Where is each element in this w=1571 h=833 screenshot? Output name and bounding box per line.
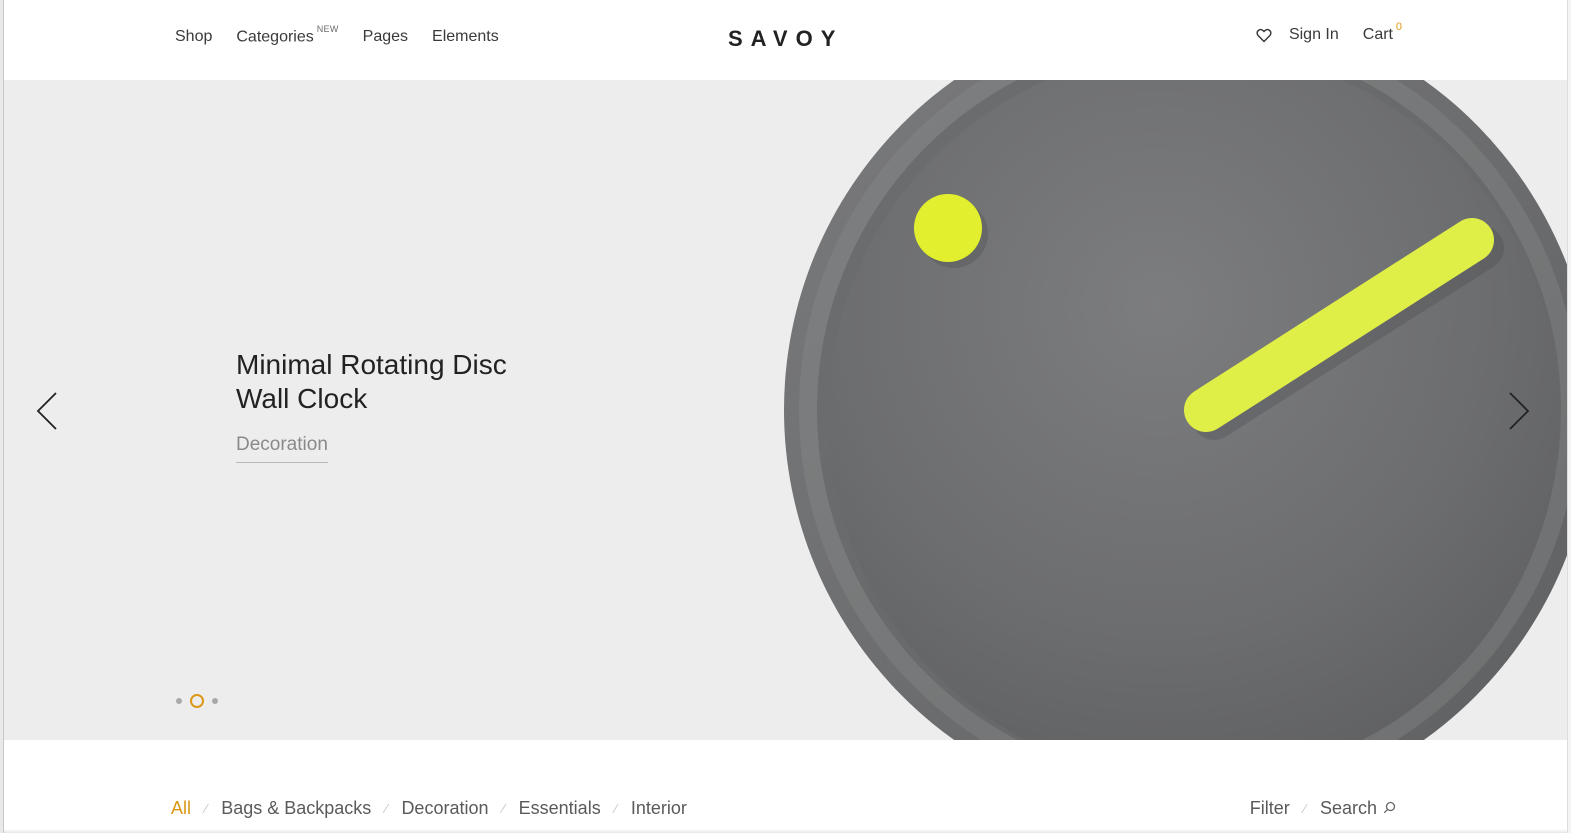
sign-in-link[interactable]: Sign In bbox=[1289, 26, 1339, 44]
site-header: Shop Categories NEW Pages Elements SAVOY … bbox=[4, 0, 1567, 80]
slider-dot[interactable] bbox=[212, 698, 218, 704]
nav-categories[interactable]: Categories NEW bbox=[236, 24, 339, 46]
filter-decoration[interactable]: Decoration bbox=[401, 798, 488, 819]
filter-toggle[interactable]: Filter bbox=[1250, 798, 1290, 819]
filter-all[interactable]: All bbox=[171, 798, 191, 819]
filter-bags-backpacks[interactable]: Bags & Backpacks bbox=[221, 798, 371, 819]
search-icon bbox=[1383, 801, 1396, 814]
cart-link[interactable]: Cart 0 bbox=[1362, 21, 1402, 44]
nav-pages[interactable]: Pages bbox=[363, 28, 408, 46]
slider-dot[interactable] bbox=[176, 698, 182, 704]
hero-slider: Minimal Rotating Disc Wall Clock Decorat… bbox=[4, 80, 1567, 740]
header-actions: Sign In Cart 0 bbox=[1255, 21, 1402, 44]
search-label: Search bbox=[1319, 798, 1377, 818]
filter-interior[interactable]: Interior bbox=[631, 798, 687, 819]
slider-dot-active[interactable] bbox=[190, 694, 204, 708]
main-nav: Shop Categories NEW Pages Elements bbox=[175, 24, 523, 46]
chevron-left-icon[interactable] bbox=[32, 390, 62, 432]
hero-category-link[interactable]: Decoration bbox=[236, 434, 328, 463]
nav-elements[interactable]: Elements bbox=[432, 28, 499, 46]
nav-shop[interactable]: Shop bbox=[175, 28, 212, 46]
slider-pagination bbox=[176, 694, 226, 708]
search-toggle[interactable]: Search bbox=[1320, 798, 1396, 819]
site-logo[interactable]: SAVOY bbox=[728, 26, 843, 52]
filter-essentials[interactable]: Essentials bbox=[519, 798, 601, 819]
chevron-right-icon[interactable] bbox=[1504, 390, 1534, 432]
filter-separator: ⁄ bbox=[614, 801, 617, 816]
filter-separator: ⁄ bbox=[502, 801, 505, 816]
nav-categories-label: Categories bbox=[236, 28, 314, 46]
window-right-edge bbox=[1567, 0, 1571, 833]
filter-separator: ⁄ bbox=[385, 801, 388, 816]
heart-icon[interactable] bbox=[1255, 26, 1273, 44]
page-bottom-edge bbox=[4, 829, 1567, 833]
tools-separator: ⁄ bbox=[1303, 801, 1306, 816]
category-filter-bar: All ⁄ Bags & Backpacks ⁄ Decoration ⁄ Es… bbox=[171, 798, 687, 819]
cart-label: Cart bbox=[1362, 26, 1393, 43]
shop-tools: Filter ⁄ Search bbox=[1250, 798, 1396, 819]
cart-count: 0 bbox=[1395, 21, 1402, 33]
new-badge: NEW bbox=[316, 24, 339, 34]
filter-separator: ⁄ bbox=[205, 801, 208, 816]
hero-title[interactable]: Minimal Rotating Disc Wall Clock bbox=[236, 348, 556, 416]
